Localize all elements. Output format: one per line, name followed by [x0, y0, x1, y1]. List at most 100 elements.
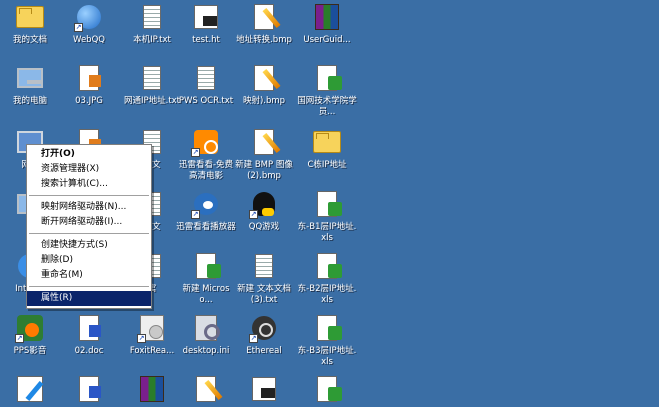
desktop-icon[interactable] — [176, 374, 236, 407]
context-menu-item[interactable]: 属性(R) — [27, 291, 151, 306]
pps-icon: ↗ — [15, 313, 45, 343]
desktop-icon-label: UserGuid... — [303, 35, 351, 45]
bird-icon: ↗ — [191, 189, 221, 219]
desktop-icon[interactable]: test.ht — [176, 2, 236, 46]
desktop-icon[interactable]: 我的文档 — [0, 2, 60, 46]
desktop-icon[interactable]: 02.doc — [59, 313, 119, 357]
desktop-icon[interactable]: 东-B1层IP地址.xls — [297, 189, 357, 244]
context-menu-item[interactable]: 打开(O) — [27, 147, 151, 162]
desktop-icon-label: 我的电脑 — [12, 96, 47, 106]
desktop-icon-label: C栋IP地址 — [307, 160, 347, 170]
desktop-icon[interactable]: ↗ WebQQ — [59, 2, 119, 46]
desktop-icon-label: 国网技术学院学员... — [297, 96, 357, 117]
xls-icon — [312, 63, 342, 93]
desktop-icon-label: 本机IP.txt — [133, 35, 171, 45]
desktop-icon-label: Ethereal — [246, 346, 282, 356]
desktop-icon[interactable]: ↗ FoxitRea... — [122, 313, 182, 357]
shortcut-arrow-icon: ↗ — [74, 23, 83, 32]
desktop-icon[interactable]: ↗ 迅雷看看播放器 — [176, 189, 236, 233]
context-menu: 打开(O) 资源管理器(X) 搜索计算机(C)... 映射网络驱动器(N)... 断开网… — [26, 144, 152, 309]
desktop-icon-label: PWS OCR.txt — [178, 96, 234, 106]
desktop-icon[interactable]: PWS OCR.txt — [176, 63, 236, 107]
pc-icon — [15, 63, 45, 93]
folder-icon — [15, 2, 45, 32]
desktop-icon-label: 东-B1层IP地址.xls — [297, 222, 357, 243]
context-menu-item[interactable]: 重命名(M) — [27, 268, 151, 283]
menu-separator — [29, 286, 149, 288]
desktop-icon[interactable]: ↗ Ethereal — [234, 313, 294, 357]
desktop-icon-label: 映射).bmp — [242, 96, 286, 106]
desktop-icon[interactable] — [0, 374, 60, 407]
menu-separator — [29, 195, 149, 197]
desktop-icon-label: 迅雷看看-免费高清电影 — [178, 160, 234, 181]
desktop-icon[interactable]: 国网技术学院学员... — [297, 63, 357, 118]
desktop-icon[interactable]: ↗ QQ游戏 — [234, 189, 294, 233]
desktop-icon[interactable]: desktop.ini — [176, 313, 236, 357]
ether-icon: ↗ — [249, 313, 279, 343]
context-menu-item[interactable]: 映射网络驱动器(N)... — [27, 200, 151, 215]
desktop-icon-label: QQ游戏 — [248, 222, 280, 232]
desktop-icon-label: 迅雷看看播放器 — [176, 222, 236, 232]
context-menu-item[interactable]: 删除(D) — [27, 253, 151, 268]
txt-icon — [137, 63, 167, 93]
desktop-icon-label: 02.doc — [74, 346, 104, 356]
desktop-icon[interactable]: 地址转换.bmp — [234, 2, 294, 46]
txt-icon — [249, 251, 279, 281]
xls-icon — [312, 189, 342, 219]
txt-icon — [137, 2, 167, 32]
folder-icon — [312, 127, 342, 157]
ht-icon — [191, 2, 221, 32]
ini-icon — [191, 313, 221, 343]
desktop-icon-label: 新建 文本文档 (3).txt — [237, 284, 291, 305]
xls-icon — [312, 313, 342, 343]
jpg-icon — [74, 63, 104, 93]
context-menu-item[interactable]: 搜索计算机(C)... — [27, 177, 151, 192]
desktop-icon[interactable]: ↗ 迅雷看看-免费高清电影 — [176, 127, 236, 182]
txt-icon — [191, 63, 221, 93]
globe-icon: ↗ — [74, 2, 104, 32]
rar-icon — [312, 2, 342, 32]
shortcut-arrow-icon: ↗ — [249, 334, 258, 343]
desktop-icon[interactable] — [297, 374, 357, 407]
desktop-icon[interactable]: 03.JPG — [59, 63, 119, 107]
desktop-icon-label: 地址转换.bmp — [236, 35, 292, 45]
desktop-icon-label: FoxitRea... — [129, 346, 175, 356]
shortcut-arrow-icon: ↗ — [15, 334, 24, 343]
desktop-icon-label: test.ht — [192, 35, 220, 45]
desktop-icon-label: 东-B3层IP地址.xls — [297, 346, 357, 367]
context-menu-item[interactable]: 创建快捷方式(S) — [27, 238, 151, 253]
context-menu-item[interactable]: 资源管理器(X) — [27, 162, 151, 177]
desktop-icon[interactable]: 东-B2层IP地址.xls — [297, 251, 357, 306]
desktop-icon-label: 我的文档 — [12, 35, 47, 45]
xunlei-icon: ↗ — [191, 127, 221, 157]
desktop-icon[interactable]: 网通IP地址.txt — [122, 63, 182, 107]
shortcut-arrow-icon: ↗ — [249, 210, 258, 219]
qq-icon: ↗ — [249, 189, 279, 219]
shortcut-arrow-icon: ↗ — [191, 148, 200, 157]
desktop-icon[interactable]: 我的电脑 — [0, 63, 60, 107]
menu-separator — [29, 233, 149, 235]
xls-icon — [312, 251, 342, 281]
foxit-icon: ↗ — [137, 313, 167, 343]
desktop-icon[interactable]: 本机IP.txt — [122, 2, 182, 46]
context-menu-item[interactable]: 断开网络驱动器(I)... — [27, 215, 151, 230]
bmp-icon — [249, 2, 279, 32]
desktop-icon[interactable] — [59, 374, 119, 407]
desktop-icon[interactable]: 东-B3层IP地址.xls — [297, 313, 357, 368]
bmp-icon — [249, 63, 279, 93]
doc-icon — [74, 313, 104, 343]
desktop-icon-label: 新建 BMP 图像 (2).bmp — [235, 160, 293, 181]
desktop-icon[interactable]: 映射).bmp — [234, 63, 294, 107]
desktop-icon[interactable]: 新建 文本文档 (3).txt — [234, 251, 294, 306]
desktop-icon-label: desktop.ini — [182, 346, 230, 356]
desktop-icon-label: PPS影音 — [13, 346, 47, 356]
shortcut-arrow-icon: ↗ — [191, 210, 200, 219]
desktop-icon-label: 新建 Microso... — [182, 284, 230, 305]
desktop-icon[interactable]: 新建 BMP 图像 (2).bmp — [234, 127, 294, 182]
desktop-icon[interactable] — [122, 374, 182, 407]
desktop-icon[interactable]: UserGuid... — [297, 2, 357, 46]
desktop-icon[interactable] — [234, 374, 294, 407]
desktop-icon[interactable]: 新建 Microso... — [176, 251, 236, 306]
desktop-icon[interactable]: C栋IP地址 — [297, 127, 357, 171]
desktop-icon[interactable]: ↗ PPS影音 — [0, 313, 60, 357]
